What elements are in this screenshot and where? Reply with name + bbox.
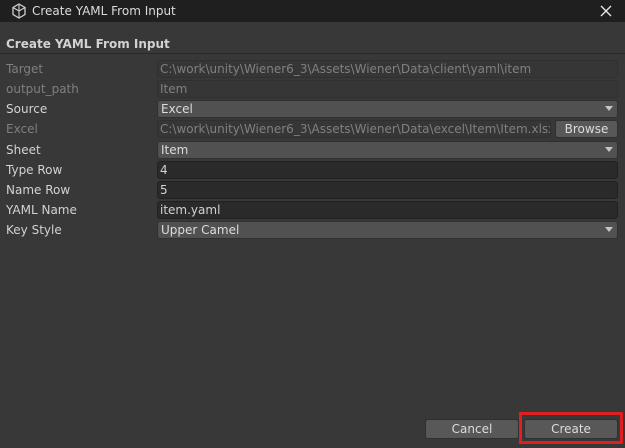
key-style-value: Upper Camel bbox=[161, 223, 240, 237]
sheet-dropdown[interactable]: Item bbox=[157, 141, 618, 159]
source-value: Excel bbox=[161, 102, 193, 116]
yaml-name-input[interactable]: item.yaml bbox=[157, 201, 618, 219]
chevron-down-icon bbox=[605, 106, 613, 111]
excel-field: C:\work\unity\Wiener6_3\Assets\Wiener\Da… bbox=[157, 120, 551, 138]
name-row-label: Name Row bbox=[6, 183, 71, 197]
source-label: Source bbox=[6, 102, 48, 116]
sheet-label: Sheet bbox=[6, 143, 41, 157]
target-field: C:\work\unity\Wiener6_3\Assets\Wiener\Da… bbox=[157, 60, 618, 78]
output-path-label: output_path bbox=[6, 82, 79, 96]
type-row-label: Type Row bbox=[6, 163, 63, 177]
name-row-input[interactable]: 5 bbox=[157, 181, 618, 199]
create-button-highlight bbox=[519, 412, 623, 444]
target-label: Target bbox=[6, 62, 44, 76]
chevron-down-icon bbox=[605, 227, 613, 232]
key-style-dropdown[interactable]: Upper Camel bbox=[157, 221, 618, 239]
browse-button[interactable]: Browse bbox=[555, 120, 618, 138]
yaml-name-label: YAML Name bbox=[6, 203, 77, 217]
window-title: Create YAML From Input bbox=[32, 4, 176, 18]
type-row-input[interactable]: 4 bbox=[157, 161, 618, 179]
source-dropdown[interactable]: Excel bbox=[157, 100, 618, 118]
unity-icon bbox=[12, 3, 26, 19]
title-bar: Create YAML From Input bbox=[0, 0, 625, 22]
key-style-label: Key Style bbox=[6, 223, 62, 237]
section-header: Create YAML From Input bbox=[6, 37, 170, 51]
chevron-down-icon bbox=[605, 147, 613, 152]
output-path-field: Item bbox=[157, 80, 618, 98]
close-icon[interactable] bbox=[596, 2, 616, 20]
divider bbox=[0, 53, 625, 54]
dialog-body: Create YAML From Input Target C:\work\un… bbox=[0, 22, 625, 448]
cancel-button[interactable]: Cancel bbox=[425, 419, 519, 439]
sheet-value: Item bbox=[161, 143, 189, 157]
excel-label: Excel bbox=[6, 122, 38, 136]
